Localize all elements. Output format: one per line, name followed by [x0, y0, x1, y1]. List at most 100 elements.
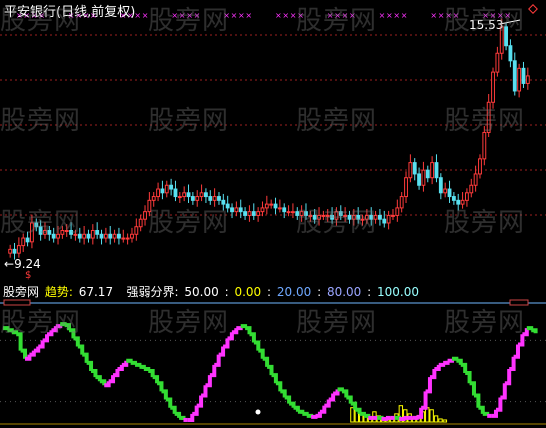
trend-step	[289, 401, 296, 408]
candle-body	[521, 67, 526, 84]
candle-body	[434, 162, 439, 179]
candle-body	[208, 196, 213, 201]
candle-body	[356, 214, 361, 220]
candle-body	[212, 196, 217, 201]
candle-body	[190, 196, 195, 201]
candle-body	[460, 199, 465, 205]
candle-body	[347, 214, 352, 220]
trend-step	[187, 413, 195, 422]
trend-step	[38, 340, 45, 349]
candle-body	[173, 188, 178, 198]
level-0: 0.00	[234, 285, 262, 299]
trend-step	[478, 405, 485, 414]
marker-x: ×	[275, 11, 282, 20]
marker-x: ×	[194, 11, 201, 20]
candle-body	[330, 214, 334, 220]
trend-step	[465, 371, 472, 384]
candle-body	[391, 214, 395, 217]
marker-x: ×	[379, 11, 386, 20]
marker-x: ×	[238, 11, 245, 20]
candle-body	[338, 211, 343, 216]
candlestick-chart[interactable]: × × × × × × × × × × × × × × × × × × × × × × × × × × × × × × × × × × × × × × × ×…	[0, 0, 546, 280]
trend-step	[443, 360, 450, 365]
trend-step	[218, 346, 226, 357]
candle-body	[525, 75, 530, 84]
marker-x: ×	[445, 11, 452, 20]
candle-body	[204, 192, 208, 198]
price-panel[interactable]: × × × × × × × × × × × × × × × × × × × × × × × × × × × × × × × × × × × × × × × ×…	[0, 0, 546, 280]
trend-step	[161, 389, 168, 400]
trend-step	[438, 362, 446, 367]
candle-body	[486, 101, 491, 133]
candle-body	[16, 245, 21, 254]
marker-x: ×	[179, 11, 186, 20]
candle-body	[34, 222, 39, 228]
trend-step	[473, 393, 481, 408]
trend-step	[143, 366, 151, 371]
candle-body	[164, 184, 169, 194]
candle-body	[504, 26, 508, 47]
scroll-marker-left	[3, 299, 31, 306]
marker-x: ×	[282, 11, 289, 20]
high-price-label: 15.53	[469, 18, 504, 32]
trend-step	[491, 409, 498, 418]
candle-body	[43, 230, 47, 235]
candle-body	[291, 211, 295, 214]
trend-step	[231, 328, 239, 335]
marker-x: ×	[327, 11, 334, 20]
trend-step	[522, 328, 529, 337]
volume-bar	[433, 415, 439, 423]
low-price-label: ←9.24	[4, 257, 41, 271]
candle-body	[186, 192, 191, 198]
marker-x: ×	[430, 11, 437, 20]
trend-step	[236, 326, 243, 331]
candle-body	[125, 237, 130, 240]
candle-body	[221, 199, 226, 205]
trend-step	[196, 395, 204, 408]
marker-x: ×	[401, 11, 408, 20]
trend-step	[205, 375, 212, 388]
trend-step	[504, 368, 512, 386]
indicator-panel[interactable]	[0, 280, 546, 428]
candle-body	[443, 188, 448, 194]
candle-body	[512, 60, 517, 92]
trend-indicator-chart[interactable]	[0, 280, 546, 428]
candle-body	[60, 230, 65, 235]
candle-body	[369, 214, 374, 220]
marker-x: ×	[453, 11, 460, 20]
trend-step	[394, 415, 402, 420]
marker-x: ×	[349, 11, 356, 20]
candle-body	[117, 233, 121, 239]
candle-body	[73, 233, 78, 236]
trend-step	[526, 326, 534, 331]
trend-step	[531, 328, 538, 334]
trend-step	[51, 326, 58, 333]
trend-step	[381, 416, 388, 421]
candle-body	[282, 207, 287, 213]
trend-step	[284, 395, 292, 404]
candle-body	[299, 211, 304, 216]
candle-body	[295, 211, 300, 216]
trend-step	[165, 397, 173, 408]
candle-body	[273, 203, 278, 209]
trend-step	[350, 401, 358, 410]
candle-body	[234, 207, 239, 213]
marker-x: ×	[438, 11, 445, 20]
candle-body	[103, 233, 108, 239]
trend-step	[346, 395, 353, 404]
candle-body	[386, 214, 391, 224]
candle-body	[95, 230, 100, 235]
trend-step	[416, 407, 424, 419]
marker-x: ×	[393, 11, 400, 20]
candle-body	[286, 211, 291, 214]
trend-step	[29, 350, 36, 357]
candle-body	[47, 230, 52, 235]
candle-body	[421, 169, 426, 186]
candle-body	[304, 211, 308, 216]
candle-body	[138, 218, 143, 228]
marker-x: ×	[134, 11, 141, 20]
trend-step	[509, 356, 516, 371]
candle-body	[312, 214, 317, 220]
marker-x: ×	[504, 11, 511, 20]
trend-step	[434, 364, 441, 371]
